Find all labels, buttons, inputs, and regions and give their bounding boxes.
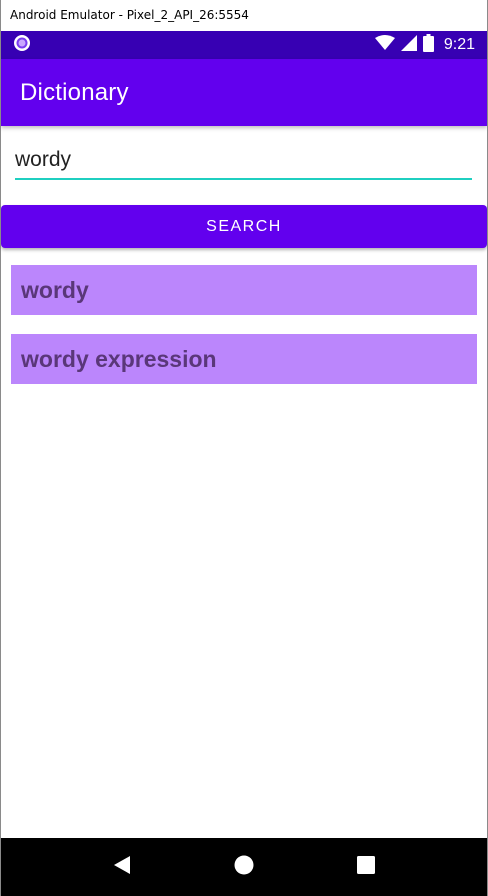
notification-dot-icon [13, 34, 31, 57]
emulator-window: Android Emulator - Pixel_2_API_26:5554 9… [0, 0, 488, 896]
result-item-label: wordy [21, 276, 89, 303]
battery-icon [422, 33, 434, 57]
search-button[interactable]: SEARCH [1, 205, 487, 248]
window-title: Android Emulator - Pixel_2_API_26:5554 [10, 8, 249, 22]
app-title: Dictionary [20, 78, 129, 106]
home-button[interactable] [224, 847, 264, 887]
recents-icon [357, 855, 375, 879]
result-item[interactable]: wordy expression [11, 334, 477, 384]
back-button[interactable] [102, 847, 142, 887]
home-icon [234, 855, 254, 880]
wifi-icon [374, 34, 395, 56]
results-list: wordy wordy expression [1, 248, 487, 384]
navigation-bar [1, 838, 487, 896]
result-item[interactable]: wordy [11, 265, 477, 315]
result-item-label: wordy expression [21, 345, 217, 372]
recents-button[interactable] [346, 847, 386, 887]
back-icon [112, 855, 132, 880]
window-titlebar: Android Emulator - Pixel_2_API_26:5554 [1, 0, 487, 31]
app-bar: Dictionary [1, 59, 487, 126]
status-clock: 9:21 [443, 36, 475, 53]
status-bar: 9:21 [1, 31, 487, 59]
signal-icon [400, 34, 417, 56]
search-input[interactable] [15, 146, 472, 180]
search-area [1, 126, 487, 180]
